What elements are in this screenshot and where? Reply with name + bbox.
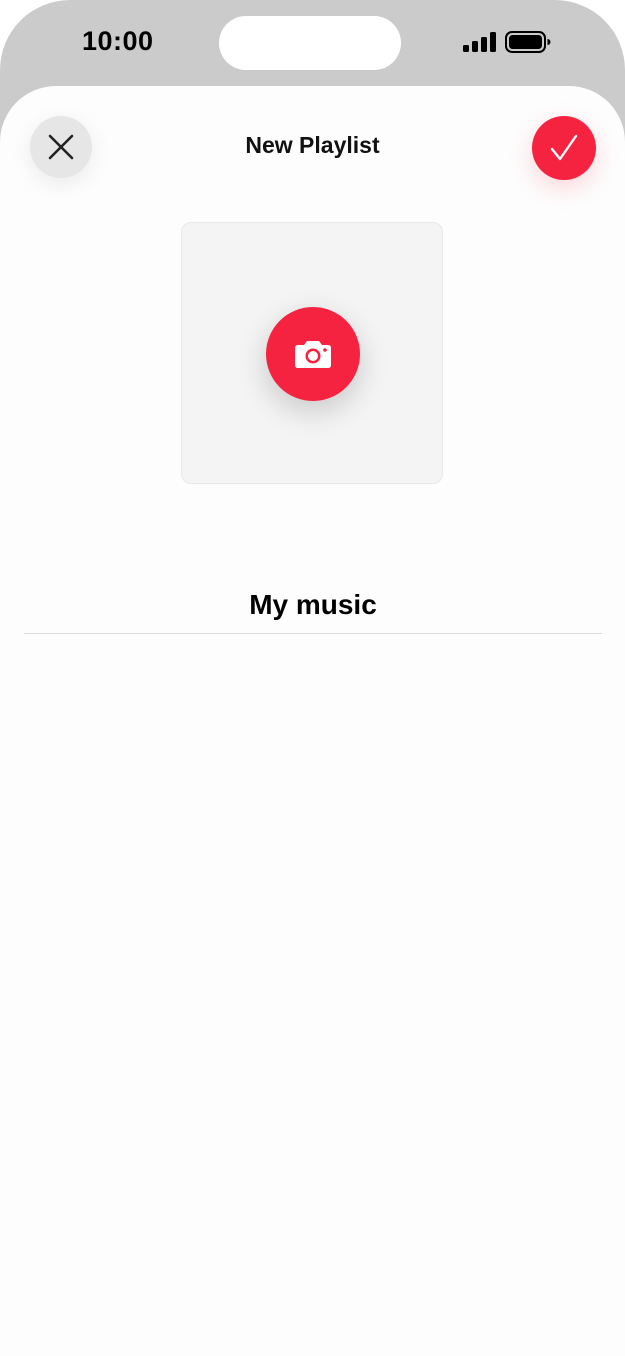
add-photo-button[interactable]	[266, 307, 360, 401]
phone-screen: 10:00 New Playlist	[0, 0, 625, 1356]
new-playlist-sheet: New Playlist	[0, 86, 625, 1356]
dynamic-island	[219, 16, 401, 70]
cellular-signal-icon	[463, 32, 496, 52]
done-button[interactable]	[532, 116, 596, 180]
playlist-name-input[interactable]	[24, 576, 602, 634]
status-bar: 10:00	[0, 0, 625, 86]
battery-icon	[505, 31, 551, 53]
playlist-artwork[interactable]	[181, 222, 443, 484]
checkmark-icon	[550, 134, 578, 161]
camera-icon	[295, 341, 331, 368]
status-time: 10:00	[82, 26, 154, 56]
